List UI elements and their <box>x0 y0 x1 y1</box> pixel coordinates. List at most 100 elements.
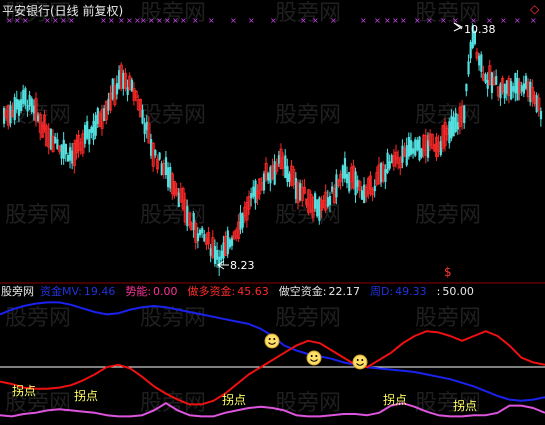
cross-mark-icon: × <box>414 16 421 25</box>
cross-mark-icon: × <box>500 16 507 25</box>
watermark-text: 股旁网 <box>5 203 71 228</box>
candle-body <box>228 239 232 248</box>
legend-label: 做多资金: <box>188 284 236 298</box>
watermark-text: 股旁网 <box>415 306 481 331</box>
candle-body <box>13 97 16 121</box>
watermark-text: 股旁网 <box>5 306 71 331</box>
candle-body <box>17 100 21 116</box>
cross-mark-icon: × <box>392 16 399 25</box>
cross-mark-icon: × <box>230 16 237 25</box>
candle-body <box>201 227 204 234</box>
candle-body <box>239 212 242 230</box>
candle-body <box>267 173 270 181</box>
watermark-text: 股旁网 <box>415 203 481 228</box>
candle-body <box>418 136 421 161</box>
cross-mark-icon: × <box>300 16 307 25</box>
turning-point-label: 拐点 <box>74 388 98 403</box>
candle-body <box>452 117 455 137</box>
candle-body <box>60 144 63 159</box>
candle-body <box>154 150 157 156</box>
candle-body <box>495 76 498 85</box>
legend-label: 做空资金: <box>279 284 327 298</box>
turning-point-label: 拐点 <box>12 383 36 398</box>
candle-body <box>341 165 344 179</box>
watermark-text: 股旁网 <box>275 306 341 331</box>
turning-point-label: 拐点 <box>222 392 246 407</box>
cross-mark-icon: × <box>164 16 171 25</box>
candle-body <box>354 171 357 196</box>
candle-body <box>448 121 451 144</box>
cross-mark-icon: × <box>426 16 433 25</box>
candle-body <box>167 167 170 188</box>
legend-value: 19.46 <box>84 285 116 298</box>
candle-body <box>24 88 27 106</box>
smiley-icon <box>352 354 368 370</box>
cross-mark-icon: × <box>384 16 391 25</box>
cross-mark-icon: × <box>440 16 447 25</box>
candle-body <box>199 229 202 236</box>
diamond-icon: ◇ <box>530 2 540 16</box>
candle-body <box>514 72 517 94</box>
legend-label: 周D: <box>370 285 393 298</box>
candle-body <box>54 137 57 144</box>
candle-body <box>510 81 513 100</box>
watermark-text: 股旁网 <box>415 103 481 128</box>
candle-body <box>386 152 389 173</box>
candle-body <box>83 125 87 144</box>
candle-body <box>465 83 468 92</box>
candle-body <box>94 114 97 136</box>
indicator-legend: 资金MV: 19.46 势能: 0.00 做多资金: 45.63 做空资金: 22.17 周D:… <box>40 284 474 298</box>
cross-mark-icon: × <box>248 16 255 25</box>
candle-body <box>314 193 317 209</box>
cross-mark-icon: × <box>192 16 199 25</box>
cross-mark-icon: × <box>514 16 521 25</box>
candle-body <box>158 152 161 160</box>
cross-mark-icon: × <box>180 16 187 25</box>
candle-body <box>20 99 23 111</box>
candle-body <box>284 155 287 178</box>
candle-body <box>463 105 466 124</box>
legend-label: : <box>437 285 441 298</box>
candle-body <box>143 123 146 135</box>
cross-mark-icon: × <box>208 16 215 25</box>
cross-mark-icon: × <box>360 16 367 25</box>
legend-label: 势能: <box>125 284 151 298</box>
watermark-text: 股旁网 <box>275 391 341 416</box>
stock-chart: 股旁网 股旁网 股旁网 股旁网股旁网 股旁网 股旁网股旁网 股旁网 股旁网 股旁网股旁网 股旁网股… <box>0 0 545 425</box>
candle-body <box>66 155 70 162</box>
candle-body <box>250 193 253 199</box>
candle-body <box>484 74 487 83</box>
candle-body <box>412 148 415 154</box>
watermark-text: 股旁网 <box>140 306 206 331</box>
candle-body <box>478 55 481 66</box>
candle-body <box>343 158 347 179</box>
candle-body <box>62 139 65 159</box>
cross-mark-icon: × <box>400 16 407 25</box>
candle-body <box>26 105 29 112</box>
candle-body <box>512 86 515 92</box>
candle-body <box>467 61 470 75</box>
candle-body <box>416 139 419 151</box>
candle-body <box>388 161 391 169</box>
candle-body <box>164 157 168 175</box>
cross-mark-icon: × <box>270 16 277 25</box>
candle-body <box>469 42 472 59</box>
watermark-text: 股旁网 <box>275 103 341 128</box>
legend-value: 22.17 <box>328 285 360 298</box>
candle-body <box>90 126 93 133</box>
candle-body <box>226 230 229 255</box>
candle-body <box>64 144 67 155</box>
cross-mark-icon: × <box>172 16 179 25</box>
candle-body <box>86 121 89 139</box>
candle-body <box>520 85 523 92</box>
candle-body <box>414 139 417 156</box>
candle-body <box>360 190 364 200</box>
candle-body <box>252 186 255 197</box>
chart-title: 平安银行(日线 前复权) <box>2 3 123 18</box>
cross-mark-icon: × <box>140 16 147 25</box>
candle-body <box>30 98 33 113</box>
legend-value: 49.33 <box>395 285 427 298</box>
candle-body <box>409 140 413 155</box>
cross-mark-icon: × <box>148 16 155 25</box>
low-price-label: 8.23 <box>230 259 255 272</box>
